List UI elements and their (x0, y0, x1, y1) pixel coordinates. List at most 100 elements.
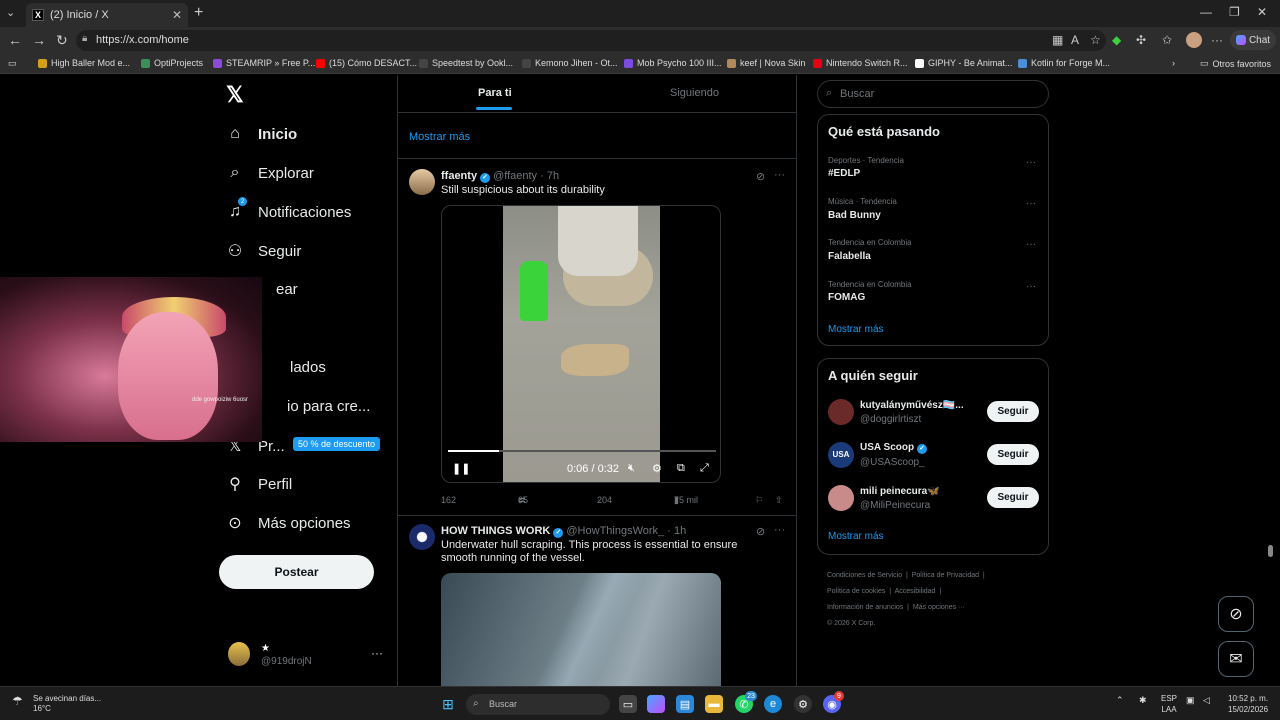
trend-name[interactable]: Bad Bunny (828, 210, 881, 221)
grok-fab-icon[interactable]: ⊘ (1218, 596, 1254, 632)
tweet-avatar[interactable] (409, 524, 435, 550)
tweet-more-icon[interactable]: ··· (774, 524, 785, 536)
nav-item-more[interactable]: ⊙ Más opciones (226, 514, 350, 533)
bookmark-item[interactable]: Nintendo Switch R... (813, 58, 908, 68)
bookmark-item[interactable]: High Baller Mod e... (38, 58, 130, 68)
copilot-button[interactable]: Chat (1230, 30, 1276, 50)
video-player[interactable]: ❚❚ 0:06 / 0:32 🔇︎ ⚙ ⧉ ⤢ (441, 205, 721, 483)
nav-item-follow[interactable]: ⚇ Seguir (226, 242, 302, 261)
bluetooth-icon[interactable]: ✱ (1139, 695, 1147, 706)
read-aloud-icon[interactable]: A (1071, 33, 1079, 47)
bookmark-item[interactable]: Kotlin for Forge M... (1018, 58, 1110, 68)
footer-link[interactable]: Accesibilidad (895, 588, 936, 595)
trend-more-icon[interactable]: ··· (1026, 281, 1036, 292)
footer-link[interactable]: Condiciones de Servicio (827, 572, 902, 579)
suggested-name[interactable]: mili peinecura🦋 (860, 486, 940, 497)
fullscreen-icon[interactable]: ⤢ (700, 462, 709, 475)
file-explorer-icon[interactable]: ▬ (705, 695, 723, 713)
follow-button[interactable]: Seguir (987, 401, 1039, 422)
tab-following[interactable]: Siguiendo (670, 87, 719, 99)
follow-button[interactable]: Seguir (987, 444, 1039, 465)
copilot-taskbar-icon[interactable] (647, 695, 665, 713)
bookmark-item[interactable]: keef | Nova Skin (727, 58, 805, 68)
trend-name[interactable]: Falabella (828, 251, 871, 262)
settings-gear-icon[interactable]: ⚙ (652, 462, 662, 475)
shield-extension-icon[interactable]: ◆ (1112, 33, 1121, 47)
pip-icon[interactable]: ⧉ (677, 462, 685, 475)
mute-icon[interactable]: 🔇︎ (628, 462, 635, 475)
bookmark-item[interactable]: GIPHY - Be Animat... (915, 58, 1012, 68)
follow-button[interactable]: Seguir (987, 487, 1039, 508)
network-icon[interactable]: ▣ (1186, 695, 1195, 706)
show-more-link[interactable]: Mostrar más (409, 131, 470, 143)
extensions-icon[interactable]: ✣ (1136, 33, 1146, 47)
other-favorites[interactable]: ▭ Otros favoritos (1200, 58, 1271, 69)
footer-link[interactable]: Política de Privacidad (912, 572, 979, 579)
nav-item-notifications[interactable]: ♫ 2 Notificaciones (226, 197, 351, 221)
suggested-avatar[interactable]: USA (828, 442, 854, 468)
suggested-name[interactable]: kutyalányművész🏳️‍⚧️... (860, 400, 964, 411)
suggested-avatar[interactable] (828, 485, 854, 511)
nav-item-home[interactable]: ⌂ Inicio (226, 125, 297, 143)
nav-item-creator[interactable]: io para cre... (287, 398, 370, 415)
store-icon[interactable]: ▤ (676, 695, 694, 713)
nav-item-bookmarks[interactable]: lados (290, 359, 326, 376)
tweet-media[interactable] (441, 573, 721, 686)
new-tab-icon[interactable]: + (194, 4, 203, 22)
suggested-avatar[interactable] (828, 399, 854, 425)
menu-dots-icon[interactable]: ··· (1211, 33, 1223, 47)
pause-icon[interactable]: ❚❚ (452, 462, 470, 475)
post-button[interactable]: Postear (219, 555, 374, 589)
tweet-avatar[interactable] (409, 169, 435, 195)
trend-name[interactable]: FOMAG (828, 292, 865, 303)
trend-more-icon[interactable]: ··· (1026, 239, 1036, 250)
close-window-icon[interactable]: ✕ (1257, 5, 1267, 19)
grok-icon[interactable]: ⊘ (756, 525, 765, 538)
tweet-more-icon[interactable]: ··· (774, 169, 785, 181)
trend-name[interactable]: #EDLP (828, 168, 860, 179)
forward-icon[interactable]: → (32, 32, 46, 48)
nav-item-profile[interactable]: ⚲ Perfil (226, 475, 292, 494)
tray-chevron-icon[interactable]: ⌃ (1116, 695, 1124, 706)
share-icon[interactable]: ⇧ (775, 495, 783, 506)
bookmark-item[interactable]: Speedtest by Ookl... (419, 58, 513, 68)
page-scrollbar[interactable] (1268, 545, 1273, 557)
browser-tab[interactable]: X (2) Inicio / X ✕ (26, 3, 188, 27)
video-progress-bar[interactable] (448, 450, 716, 452)
bookmark-item[interactable]: STEAMRIP » Free P... (213, 58, 315, 68)
steam-icon[interactable]: ⚙ (794, 695, 812, 713)
trend-more-icon[interactable]: ··· (1026, 157, 1036, 168)
bookmark-item[interactable]: OptiProjects (141, 58, 203, 68)
collections-icon[interactable]: ▭ (8, 58, 17, 69)
tweet-author[interactable]: HOW THINGS WORK ✓ @HowThingsWork_ · 1h (441, 525, 686, 538)
volume-icon[interactable]: ◁ (1203, 695, 1210, 706)
tab-list-chevron-icon[interactable]: ⌄ (6, 6, 15, 19)
who-show-more[interactable]: Mostrar más (828, 531, 884, 542)
back-icon[interactable]: ← (8, 32, 22, 48)
minimize-icon[interactable]: — (1200, 5, 1212, 19)
tab-for-you[interactable]: Para ti (476, 87, 512, 110)
close-tab-icon[interactable]: ✕ (172, 8, 182, 22)
nav-item-explore[interactable]: ⌕ Explorar (226, 164, 314, 182)
bookmark-icon[interactable]: ⚐ (755, 495, 763, 506)
task-view-icon[interactable]: ▭ (619, 695, 637, 713)
reload-icon[interactable]: ↻ (56, 32, 68, 49)
favorites-icon[interactable]: ✩ (1162, 33, 1172, 47)
bookmark-item[interactable]: (15) Cómo DESACT... (316, 58, 417, 68)
maximize-icon[interactable]: ❐ (1229, 5, 1240, 19)
x-logo-icon[interactable]: 𝕏 (226, 82, 244, 108)
weather-widget[interactable]: ☂ Se avecinan días... 16°C (12, 694, 101, 714)
windows-start-icon[interactable]: ⊞ (439, 695, 457, 713)
profile-avatar[interactable] (1186, 32, 1202, 48)
search-input[interactable]: ⌕ Buscar (817, 80, 1049, 108)
messages-fab-icon[interactable]: ✉ (1218, 641, 1254, 677)
footer-link[interactable]: Información de anuncios (827, 604, 903, 611)
trend-more-icon[interactable]: ··· (1026, 198, 1036, 209)
footer-link[interactable]: Política de cookies (827, 588, 885, 595)
nav-item-chat[interactable]: ear (276, 281, 298, 298)
system-clock[interactable]: 10:52 p. m. 15/02/2026 (1228, 693, 1268, 715)
bookmark-item[interactable]: Kemono Jihen - Ot... (522, 58, 618, 68)
apps-icon[interactable]: ▦ (1052, 33, 1063, 47)
language-indicator[interactable]: ESP LAA (1161, 693, 1177, 715)
trends-show-more[interactable]: Mostrar más (828, 324, 884, 335)
